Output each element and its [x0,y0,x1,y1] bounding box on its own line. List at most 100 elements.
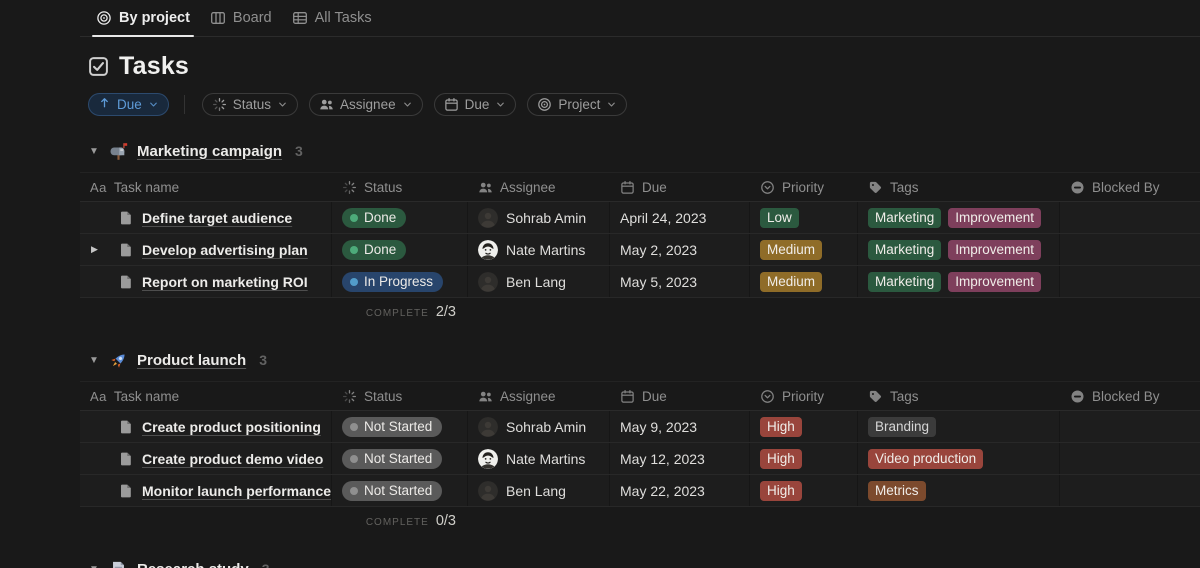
filter-project-button[interactable]: Project [527,93,627,116]
status-badge[interactable]: In Progress [342,272,443,292]
group-toggle-icon[interactable]: ▼ [88,355,100,366]
column-header-task-name[interactable]: AaTask name [80,382,332,410]
column-header-assignee[interactable]: Assignee [468,382,610,410]
column-header-blocked-by[interactable]: Blocked By [1060,382,1200,410]
status-label: Done [364,210,396,225]
due-cell[interactable]: April 24, 2023 [610,202,750,233]
tag-badge[interactable]: Metrics [868,481,926,501]
group-toggle-icon[interactable]: ▼ [88,146,100,157]
assignee-name[interactable]: Sohrab Amin [506,419,586,435]
group-header: ▼ Research study 3 [88,556,1200,568]
status-badge[interactable]: Done [342,240,406,260]
column-header-due[interactable]: Due [610,382,750,410]
group-title[interactable]: Product launch [137,352,246,369]
due-cell[interactable]: May 22, 2023 [610,475,750,506]
priority-icon [760,180,775,195]
assignee-name[interactable]: Sohrab Amin [506,210,586,226]
blocked-by-cell[interactable] [1060,411,1200,442]
column-header-priority[interactable]: Priority [750,382,858,410]
status-badge[interactable]: Done [342,208,406,228]
column-header-tags[interactable]: Tags [858,382,1060,410]
priority-badge[interactable]: Medium [760,272,822,292]
status-badge[interactable]: Not Started [342,449,442,469]
tag-badge[interactable]: Marketing [868,208,941,228]
group-title[interactable]: Marketing campaign [137,143,282,160]
column-header-priority[interactable]: Priority [750,173,858,201]
task-title[interactable]: Create product positioning [142,419,321,435]
column-header-status[interactable]: Status [332,173,468,201]
assignee-name[interactable]: Nate Martins [506,451,585,467]
table-header-row: AaTask nameStatusAssigneeDuePriority Tags… [80,381,1200,411]
due-cell[interactable]: May 12, 2023 [610,443,750,474]
column-header-blocked-by[interactable]: Blocked By [1060,173,1200,201]
status-badge[interactable]: Not Started [342,481,442,501]
status-label: Not Started [364,483,432,498]
filter-due-button[interactable]: Due [434,93,517,116]
task-title[interactable]: Develop advertising plan [142,242,308,258]
complete-value: 2/3 [436,304,456,320]
tag-badge[interactable]: Improvement [948,208,1041,228]
filter-label: Status [233,97,271,112]
priority-badge[interactable]: High [760,449,802,469]
tags-cell: Metrics [858,475,1060,506]
blocked-by-cell[interactable] [1060,475,1200,506]
people-icon [478,389,493,404]
blocked-by-cell[interactable] [1060,202,1200,233]
column-header-assignee[interactable]: Assignee [468,173,610,201]
task-name-cell: Create product positioning [80,411,332,442]
toolbar: Due Status Assignee Due Project [88,92,1200,116]
tag-badge[interactable]: Improvement [948,272,1041,292]
column-label: Tags [890,389,919,404]
tab-by-project[interactable]: By project [88,0,198,36]
task-title[interactable]: Create product demo video [142,451,323,467]
column-label: Tags [890,180,919,195]
priority-badge[interactable]: Medium [760,240,822,260]
priority-badge[interactable]: High [760,417,802,437]
filter-assignee-button[interactable]: Assignee [309,93,423,116]
assignee-name[interactable]: Ben Lang [506,274,566,290]
table-body: Define target audience Done Sohrab Amin … [80,202,1200,298]
due-cell[interactable]: May 9, 2023 [610,411,750,442]
task-name-cell: ▶ Develop advertising plan [80,234,332,265]
group-table: AaTask nameStatusAssigneeDuePriority Tags… [80,381,1200,534]
chevron-down-icon [402,99,413,110]
group-research-study: ▼ Research study 3 [0,556,1200,568]
spinner-icon [342,180,357,195]
filter-status-button[interactable]: Status [202,93,298,116]
status-cell: Not Started [332,411,468,442]
avatar [478,417,498,437]
due-cell[interactable]: May 2, 2023 [610,234,750,265]
tag-badge[interactable]: Improvement [948,240,1041,260]
status-badge[interactable]: Not Started [342,417,442,437]
tag-badge[interactable]: Video production [868,449,983,469]
task-title[interactable]: Report on marketing ROI [142,274,308,290]
tab-board[interactable]: Board [202,0,280,36]
priority-badge[interactable]: High [760,481,802,501]
tag-badge[interactable]: Branding [868,417,936,437]
assignee-name[interactable]: Nate Martins [506,242,585,258]
task-row: Create product demo video Not Started Na… [80,443,1200,475]
blocked-by-cell[interactable] [1060,443,1200,474]
tab-all-tasks[interactable]: All Tasks [284,0,380,36]
column-header-status[interactable]: Status [332,382,468,410]
complete-summary[interactable]: Complete 2/3 [80,304,468,320]
blocked-by-cell[interactable] [1060,266,1200,297]
task-title[interactable]: Define target audience [142,210,292,226]
tag-badge[interactable]: Marketing [868,272,941,292]
column-header-task-name[interactable]: AaTask name [80,173,332,201]
group-toggle-icon[interactable]: ▼ [88,564,100,568]
expand-row-icon[interactable]: ▶ [91,244,98,255]
assignee-name[interactable]: Ben Lang [506,483,566,499]
tag-badge[interactable]: Marketing [868,240,941,260]
blocked-by-cell[interactable] [1060,234,1200,265]
priority-badge[interactable]: Low [760,208,799,228]
task-title[interactable]: Monitor launch performance [142,483,331,499]
column-header-tags[interactable]: Tags [858,173,1060,201]
complete-summary[interactable]: Complete 0/3 [80,513,468,529]
column-header-due[interactable]: Due [610,173,750,201]
status-dot-icon [350,423,358,431]
group-title[interactable]: Research study [137,561,249,568]
sort-due-button[interactable]: Due [88,93,169,116]
due-cell[interactable]: May 5, 2023 [610,266,750,297]
tags-cell: Marketing Improvement [858,266,1060,297]
